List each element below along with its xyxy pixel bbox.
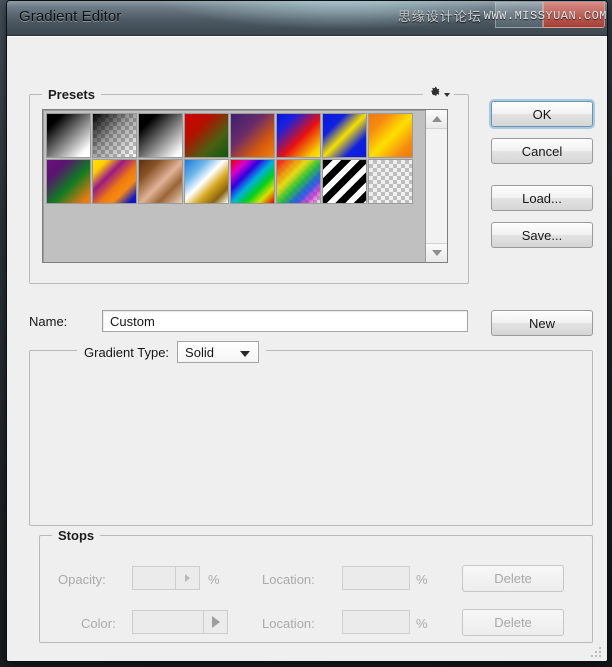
opacity-location-label: Location: <box>262 572 315 587</box>
gradient-type-row: Gradient Type: Solid <box>77 341 267 363</box>
preset-swatch-fill <box>277 114 320 157</box>
presets-grid[interactable] <box>43 110 425 262</box>
preset-swatch[interactable] <box>322 113 367 158</box>
site-watermark: 思缘设计论坛 WWW.MISSYUAN.COM <box>398 1 607 30</box>
preset-swatch-fill <box>47 114 90 157</box>
color-location-input <box>342 610 410 634</box>
gradient-type-select[interactable]: Solid <box>177 341 260 363</box>
presets-group: Presets <box>29 85 469 284</box>
preset-swatch-fill <box>369 160 412 203</box>
preset-swatch[interactable] <box>184 159 229 204</box>
preset-swatch[interactable] <box>230 159 275 204</box>
stops-legend: Stops <box>52 528 101 543</box>
preset-swatch-fill <box>93 160 136 203</box>
gradient-settings-group: Gradient Type: Solid Smoothness: 100 % <box>29 341 593 526</box>
preset-swatch[interactable] <box>276 159 321 204</box>
color-label: Color: <box>81 616 116 631</box>
preset-swatch[interactable] <box>92 113 137 158</box>
opacity-unit: % <box>208 572 220 587</box>
preset-swatch-fill <box>369 114 412 157</box>
preset-swatch-fill <box>139 114 182 157</box>
new-button[interactable]: New <box>491 310 593 336</box>
preset-swatch[interactable] <box>46 159 91 204</box>
gradient-editor-dialog: Gradient Editor 思缘设计论坛 WWW.MISSYUAN.COM … <box>6 0 608 662</box>
color-picker-button <box>204 610 228 634</box>
chevron-down-icon <box>240 351 251 357</box>
opacity-location-input <box>342 566 410 590</box>
presets-menu-button[interactable] <box>423 85 454 100</box>
watermark-url-text: WWW.MISSYUAN.COM <box>483 8 607 23</box>
preset-swatch-fill <box>185 160 228 203</box>
preset-swatch-fill <box>93 114 136 157</box>
preset-swatch[interactable] <box>322 159 367 204</box>
color-location-label: Location: <box>262 616 315 631</box>
scroll-down-button[interactable] <box>426 243 447 262</box>
preset-swatch[interactable] <box>368 159 413 204</box>
watermark-chinese-text: 思缘设计论坛 <box>397 9 482 24</box>
cancel-button[interactable]: Cancel <box>491 138 593 164</box>
opacity-delete-button: Delete <box>462 565 564 592</box>
opacity-slider-button <box>176 566 200 590</box>
triangle-right-icon <box>211 616 220 628</box>
resize-grip[interactable] <box>591 647 603 659</box>
preset-swatch-fill <box>139 160 182 203</box>
gradient-type-label: Gradient Type: <box>84 344 170 360</box>
chevron-down-icon <box>444 93 450 97</box>
preset-swatch[interactable] <box>138 113 183 158</box>
color-location-unit: % <box>416 616 428 631</box>
preset-swatch[interactable] <box>368 113 413 158</box>
title-bar[interactable]: Gradient Editor 思缘设计论坛 WWW.MISSYUAN.COM <box>7 1 607 36</box>
preset-swatch-fill <box>231 160 274 203</box>
load-button[interactable]: Load... <box>491 185 593 211</box>
preset-swatch-fill <box>323 160 366 203</box>
opacity-input <box>132 566 176 590</box>
dialog-body: Presets OK Cancel Load... Save... New Na… <box>7 36 607 661</box>
preset-swatch[interactable] <box>46 113 91 158</box>
preset-swatch[interactable] <box>92 159 137 204</box>
triangle-down-icon <box>431 250 442 256</box>
save-button[interactable]: Save... <box>491 222 593 248</box>
preset-swatch-fill <box>231 114 274 157</box>
opacity-location-unit: % <box>416 572 428 587</box>
window-title: Gradient Editor <box>19 8 122 25</box>
preset-swatch[interactable] <box>230 113 275 158</box>
name-label: Name: <box>29 314 68 329</box>
preset-swatch-fill <box>185 114 228 157</box>
triangle-right-icon <box>185 574 190 582</box>
opacity-label: Opacity: <box>58 572 106 587</box>
color-swatch-input <box>132 610 204 634</box>
stops-group: Stops Opacity: % Location: % Delete Colo… <box>39 528 593 643</box>
name-input[interactable]: Custom <box>102 310 468 332</box>
presets-legend: Presets <box>42 87 101 102</box>
color-delete-button: Delete <box>462 609 564 636</box>
preset-swatch[interactable] <box>276 113 321 158</box>
gear-icon <box>431 86 441 96</box>
preset-swatch-fill <box>277 160 320 203</box>
preset-swatch-fill <box>47 160 90 203</box>
preset-swatch[interactable] <box>184 113 229 158</box>
triangle-up-icon <box>431 116 442 122</box>
presets-scrollbar[interactable] <box>425 110 447 262</box>
presets-panel[interactable] <box>42 109 448 263</box>
preset-swatch-fill <box>323 114 366 157</box>
preset-swatch[interactable] <box>138 159 183 204</box>
scroll-up-button[interactable] <box>426 110 447 129</box>
ok-button[interactable]: OK <box>491 101 593 127</box>
gradient-type-value: Solid <box>185 344 214 360</box>
